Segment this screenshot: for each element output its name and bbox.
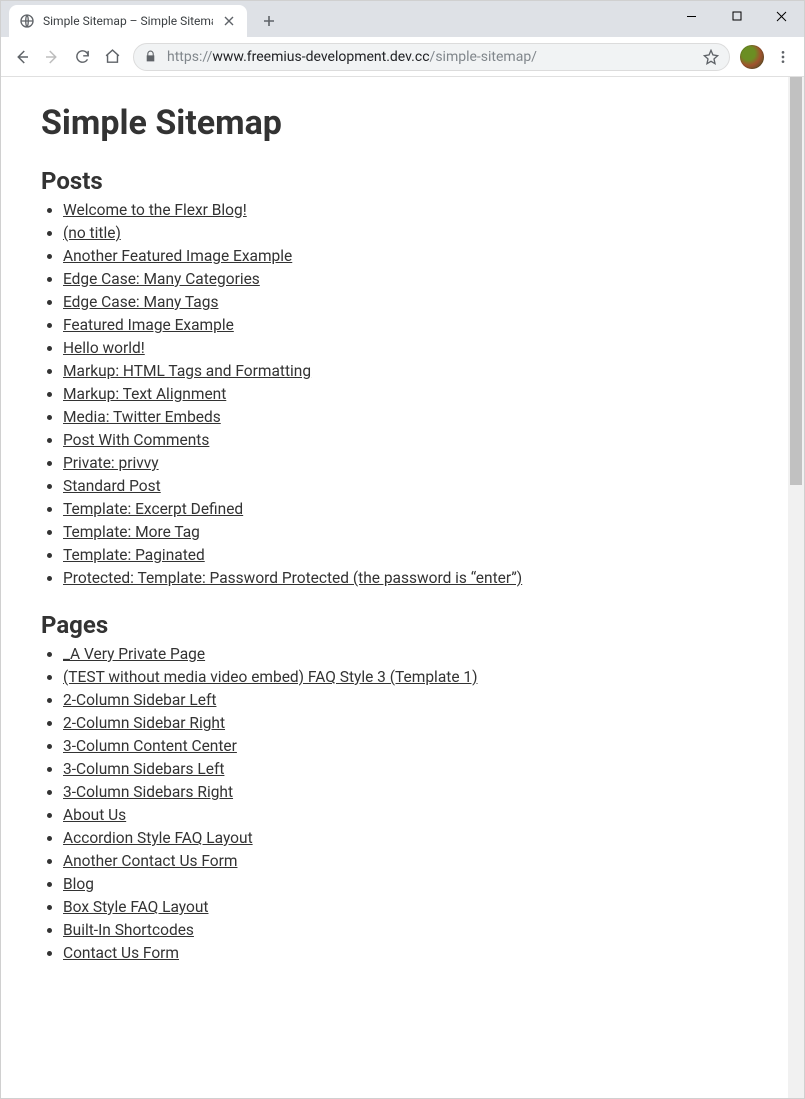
sitemap-link[interactable]: 3-Column Content Center (63, 737, 237, 755)
sitemap-link[interactable]: Box Style FAQ Layout (63, 898, 208, 916)
list-item: Contact Us Form (63, 944, 764, 962)
page-title: Simple Sitemap (41, 103, 764, 143)
reload-button[interactable] (67, 42, 97, 72)
sitemap-link[interactable]: Welcome to the Flexr Blog! (63, 201, 247, 219)
sitemap-link[interactable]: 2-Column Sidebar Right (63, 714, 225, 732)
address-bar[interactable]: https://www.freemius-development.dev.cc/… (133, 43, 730, 71)
tab-title: Simple Sitemap – Simple Sitemap (43, 14, 213, 28)
sitemap-link[interactable]: Featured Image Example (63, 316, 234, 334)
sitemap-link[interactable]: Blog (63, 875, 94, 893)
browser-toolbar: https://www.freemius-development.dev.cc/… (1, 37, 804, 77)
section-heading-posts: Posts (41, 167, 764, 195)
sitemap-link[interactable]: 3-Column Sidebars Left (63, 760, 224, 778)
list-item: 2-Column Sidebar Left (63, 691, 764, 709)
list-item: About Us (63, 806, 764, 824)
list-item: Markup: Text Alignment (63, 385, 764, 403)
sitemap-link[interactable]: _A Very Private Page (63, 645, 205, 663)
list-item: Edge Case: Many Tags (63, 293, 764, 311)
sitemap-link[interactable]: Private: privvy (63, 454, 159, 472)
list-item: Another Contact Us Form (63, 852, 764, 870)
sitemap-link[interactable]: Accordion Style FAQ Layout (63, 829, 253, 847)
list-item: Post With Comments (63, 431, 764, 449)
list-item: 3-Column Sidebars Right (63, 783, 764, 801)
list-item: Welcome to the Flexr Blog! (63, 201, 764, 219)
minimize-button[interactable] (669, 1, 714, 31)
sitemap-link[interactable]: About Us (63, 806, 126, 824)
sitemap-link[interactable]: Standard Post (63, 477, 161, 495)
sitemap-link[interactable]: Markup: HTML Tags and Formatting (63, 362, 311, 380)
list-item: (no title) (63, 224, 764, 242)
url-prefix: https:// (167, 49, 212, 65)
list-item: Edge Case: Many Categories (63, 270, 764, 288)
sitemap-link[interactable]: Post With Comments (63, 431, 209, 449)
section-heading-pages: Pages (41, 611, 764, 639)
sitemap-link[interactable]: (no title) (63, 224, 121, 242)
sitemap-link[interactable]: Edge Case: Many Categories (63, 270, 260, 288)
list-item: Template: Paginated (63, 546, 764, 564)
list-item: Protected: Template: Password Protected … (63, 569, 764, 587)
list-item: (TEST without media video embed) FAQ Sty… (63, 668, 764, 686)
sitemap-link[interactable]: Hello world! (63, 339, 145, 357)
list-item: Template: Excerpt Defined (63, 500, 764, 518)
page-content: Simple Sitemap Posts Welcome to the Flex… (1, 77, 804, 1098)
list-item: Built-In Shortcodes (63, 921, 764, 939)
back-button[interactable] (7, 42, 37, 72)
list-item: Template: More Tag (63, 523, 764, 541)
globe-icon (19, 13, 35, 29)
close-icon[interactable] (221, 13, 237, 29)
list-item: 3-Column Content Center (63, 737, 764, 755)
sitemap-link[interactable]: Built-In Shortcodes (63, 921, 194, 939)
list-item: Private: privvy (63, 454, 764, 472)
scrollbar-thumb[interactable] (790, 77, 802, 485)
list-item: Another Featured Image Example (63, 247, 764, 265)
list-item: Featured Image Example (63, 316, 764, 334)
sitemap-link[interactable]: 3-Column Sidebars Right (63, 783, 233, 801)
list-item: Media: Twitter Embeds (63, 408, 764, 426)
browser-titlebar: Simple Sitemap – Simple Sitemap (1, 1, 804, 37)
list-item: 3-Column Sidebars Left (63, 760, 764, 778)
sitemap-link[interactable]: Another Contact Us Form (63, 852, 237, 870)
lock-icon (144, 50, 157, 63)
sitemap-link[interactable]: (TEST without media video embed) FAQ Sty… (63, 668, 478, 686)
posts-list: Welcome to the Flexr Blog! (no title) Anot… (41, 201, 764, 587)
sitemap-link[interactable]: Protected: Template: Password Protected … (63, 569, 522, 587)
sitemap-link[interactable]: Another Featured Image Example (63, 247, 292, 265)
list-item: Accordion Style FAQ Layout (63, 829, 764, 847)
close-window-button[interactable] (759, 1, 804, 31)
sitemap-link[interactable]: Markup: Text Alignment (63, 385, 226, 403)
home-button[interactable] (97, 42, 127, 72)
maximize-button[interactable] (714, 1, 759, 31)
profile-avatar[interactable] (740, 45, 764, 69)
url-text: https://www.freemius-development.dev.cc/… (167, 49, 537, 65)
list-item: Hello world! (63, 339, 764, 357)
sitemap-link[interactable]: 2-Column Sidebar Left (63, 691, 216, 709)
bookmark-star-icon[interactable] (703, 49, 719, 65)
pages-list: _A Very Private Page (TEST without media … (41, 645, 764, 962)
list-item: Blog (63, 875, 764, 893)
scrollbar[interactable] (788, 77, 804, 1098)
sitemap-link[interactable]: Template: More Tag (63, 523, 200, 541)
browser-tab[interactable]: Simple Sitemap – Simple Sitemap (9, 5, 247, 37)
list-item: _A Very Private Page (63, 645, 764, 663)
sitemap-link[interactable]: Edge Case: Many Tags (63, 293, 218, 311)
sitemap-link[interactable]: Media: Twitter Embeds (63, 408, 221, 426)
menu-button[interactable] (768, 42, 798, 72)
url-host: www.freemius-development.dev.cc (212, 49, 429, 65)
list-item: Standard Post (63, 477, 764, 495)
list-item: Box Style FAQ Layout (63, 898, 764, 916)
sitemap-link[interactable]: Template: Excerpt Defined (63, 500, 243, 518)
page-viewport: Simple Sitemap Posts Welcome to the Flex… (1, 77, 804, 1098)
sitemap-link[interactable]: Template: Paginated (63, 546, 205, 564)
window-controls (669, 1, 804, 31)
list-item: 2-Column Sidebar Right (63, 714, 764, 732)
sitemap-link[interactable]: Contact Us Form (63, 944, 179, 962)
url-path: /simple-sitemap/ (430, 49, 537, 65)
list-item: Markup: HTML Tags and Formatting (63, 362, 764, 380)
new-tab-button[interactable] (255, 7, 283, 35)
forward-button[interactable] (37, 42, 67, 72)
